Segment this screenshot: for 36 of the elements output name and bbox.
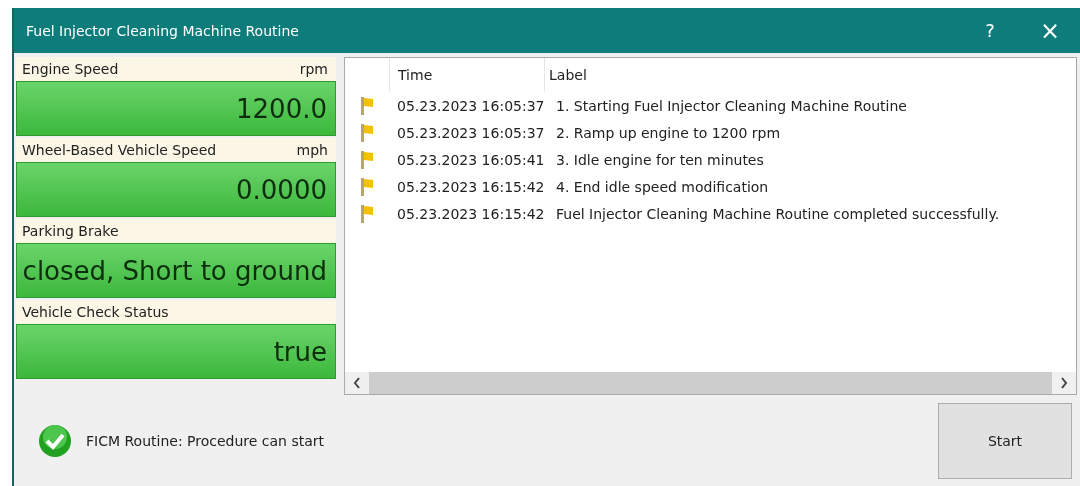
flag-icon [360,176,374,197]
gauge-label: Engine Speed [22,61,119,77]
start-button[interactable]: Start [938,402,1072,479]
flag-icon [360,203,374,224]
scroll-left-icon[interactable] [353,377,361,389]
time-cell-text: 05.23.2023 16:15:42 [396,178,546,195]
help-button[interactable]: ? [960,8,1020,53]
gauge-label: Parking Brake [22,223,119,239]
gauge-value: closed, Short to ground [16,243,336,298]
gauge-value: 1200.0 [16,81,336,136]
time-cell-text: 05.23.2023 16:05:37 [396,124,546,141]
status-message: FICM Routine: Procedure can start [86,432,326,449]
flag-icon [360,95,374,116]
time-cell-text: 05.23.2023 16:05:37 [396,97,546,114]
gauge-unit: mph [296,142,328,158]
label-cell-text: 3. Idle engine for ten minutes [555,151,765,168]
gauge-label: Wheel-Based Vehicle Speed [22,142,217,158]
flag-icon [360,122,374,143]
window-title: Fuel Injector Cleaning Machine Routine [26,22,300,39]
gauge-value: true [16,324,336,379]
close-button[interactable]: × [1020,8,1080,53]
label-cell-text: 2. Ramp up engine to 1200 rpm [555,124,782,141]
label-cell-text: 4. End idle speed modification [555,178,770,195]
gauge-value: 0.0000 [16,162,336,217]
time-cell-text: 05.23.2023 16:15:42 [396,205,546,222]
check-icon [38,423,72,458]
column-header[interactable]: Label [544,58,1076,92]
gauge-label: Vehicle Check Status [22,304,169,320]
label-cell-text: Fuel Injector Cleaning Machine Routine completed successfully. [555,205,1001,222]
horizontal-scrollbar[interactable] [345,372,1076,394]
label-cell-text: 1. Starting Fuel Injector Cleaning Machine Routine [555,97,908,114]
gauge-unit: rpm [299,61,328,77]
column-header[interactable]: Time [389,58,544,92]
time-cell-text: 05.23.2023 16:05:41 [396,151,546,168]
scroll-right-icon[interactable] [1060,377,1068,389]
flag-icon [360,149,374,170]
